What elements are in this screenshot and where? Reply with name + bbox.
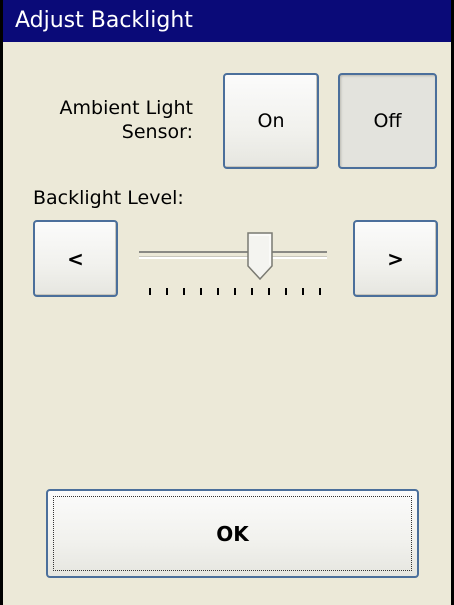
sensor-off-label: Off [373, 110, 402, 132]
ambient-light-sensor-label: Ambient Light Sensor: [0, 96, 193, 144]
slider-tick [302, 288, 304, 295]
sensor-on-label: On [257, 110, 285, 132]
dialog-title: Adjust Backlight [15, 8, 193, 33]
focus-rectangle [53, 496, 412, 571]
backlight-level-label: Backlight Level: [33, 187, 184, 209]
slider-tick [200, 288, 202, 295]
slider-tick [234, 288, 236, 295]
title-bar: Adjust Backlight [3, 0, 451, 42]
slider-tick [166, 288, 168, 295]
ok-button[interactable]: OK [46, 489, 419, 578]
increase-label: > [387, 246, 404, 271]
slider-tick [217, 288, 219, 295]
ambient-label-line2: Sensor: [121, 121, 193, 143]
slider-track [139, 251, 327, 253]
slider-tick [149, 288, 151, 295]
decrease-label: < [67, 246, 84, 271]
slider-tick [251, 288, 253, 295]
slider-thumb[interactable] [246, 232, 273, 280]
sensor-off-button[interactable]: Off [338, 73, 437, 169]
ambient-label-line1: Ambient Light [59, 97, 193, 119]
decrease-backlight-button[interactable]: < [33, 220, 118, 297]
sensor-on-button[interactable]: On [223, 73, 319, 169]
backlight-slider[interactable] [139, 232, 329, 298]
increase-backlight-button[interactable]: > [353, 220, 438, 297]
adjust-backlight-dialog: Adjust Backlight Ambient Light Sensor: O… [0, 0, 454, 605]
slider-tick [183, 288, 185, 295]
slider-tick [285, 288, 287, 295]
slider-track-highlight [139, 256, 327, 259]
slider-tick [319, 288, 321, 295]
slider-tick [268, 288, 270, 295]
